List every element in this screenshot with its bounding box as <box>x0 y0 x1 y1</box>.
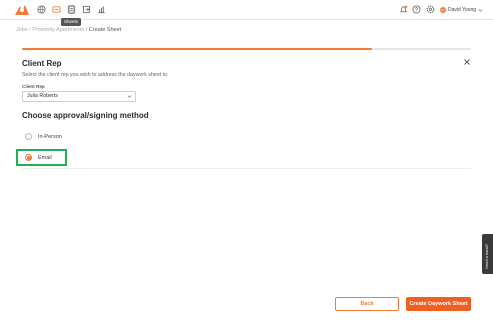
help-icon[interactable] <box>412 5 421 14</box>
client-rep-field-label: Client Rep <box>22 84 45 89</box>
user-menu[interactable]: DY David Young <box>440 4 483 16</box>
close-icon[interactable] <box>463 58 471 66</box>
sheets-icon[interactable] <box>67 5 76 14</box>
in-person-radio[interactable] <box>25 133 32 140</box>
avatar: DY <box>440 7 446 13</box>
progress-bar-fill <box>22 48 373 50</box>
notification-bell-icon[interactable] <box>399 5 408 14</box>
help-side-tab-label: Need a hand? <box>484 243 489 269</box>
top-navigation-bar: Sheets DY David Young <box>0 0 493 26</box>
email-option-highlight <box>16 149 67 166</box>
user-name: David Young <box>448 7 477 13</box>
client-rep-selected-value: Julia Roberts <box>27 93 58 99</box>
globe-icon[interactable] <box>37 5 46 14</box>
in-person-label: In-Person <box>38 133 62 140</box>
sheets-tooltip: Sheets <box>61 18 82 26</box>
client-rep-instructions: Select the client rep you wish to addres… <box>22 72 169 78</box>
progress-bar <box>22 48 471 50</box>
breadcrumb-jobs[interactable]: Jobs <box>16 27 28 33</box>
company-logo-icon[interactable] <box>13 3 31 17</box>
settings-gear-icon[interactable] <box>426 5 435 14</box>
create-sheet-card: Client Rep Select the client rep you wis… <box>14 43 479 321</box>
breadcrumb-project[interactable]: Proximity Apartments <box>32 27 84 33</box>
help-side-tab[interactable]: Need a hand? <box>482 234 493 274</box>
create-daywork-sheet-button[interactable]: Create Daywork Sheet <box>406 297 471 311</box>
reports-icon[interactable] <box>97 5 106 14</box>
export-icon[interactable] <box>82 5 91 14</box>
chevron-down-icon <box>478 8 483 12</box>
client-rep-title: Client Rep <box>22 59 62 68</box>
option-in-person[interactable]: In-Person <box>25 133 62 140</box>
breadcrumb: Jobs / Proximity Apartments / Create She… <box>16 27 121 33</box>
breadcrumb-current: Create Sheet <box>88 27 122 33</box>
client-rep-select[interactable]: Julia Roberts <box>22 91 136 102</box>
divider <box>22 168 471 169</box>
team-icon[interactable] <box>52 5 61 14</box>
signing-method-title: Choose approval/signing method <box>22 111 149 120</box>
back-button[interactable]: Back <box>335 297 399 311</box>
chevron-down-icon <box>127 95 132 98</box>
